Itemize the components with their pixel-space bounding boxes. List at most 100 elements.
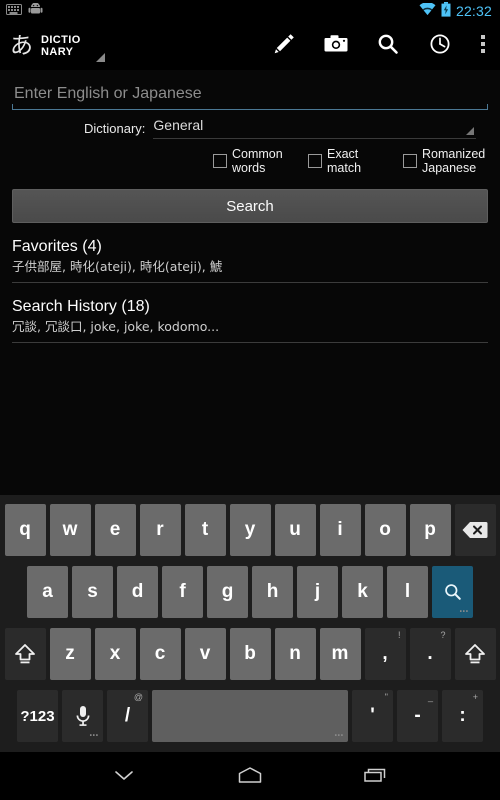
key-colon-alt: + xyxy=(472,692,478,702)
app-title-line1: DICTIO xyxy=(41,34,81,46)
dictionary-spinner[interactable]: General xyxy=(153,117,476,139)
edit-icon-button[interactable] xyxy=(258,22,310,70)
app-root: 22:32 あ DICTIO NARY Enter English or Jap… xyxy=(0,0,500,800)
camera-icon-button[interactable] xyxy=(310,22,362,70)
history-icon-button[interactable] xyxy=(414,22,466,70)
search-input[interactable] xyxy=(12,82,488,110)
key-hyphen[interactable]: _ - xyxy=(397,690,438,742)
keyboard-down-icon xyxy=(115,771,133,780)
overflow-menu-button[interactable] xyxy=(466,22,500,70)
key-x[interactable]: x xyxy=(94,628,136,680)
key-f[interactable]: f xyxy=(162,566,203,618)
chevron-down-icon xyxy=(96,53,105,62)
key-k[interactable]: k xyxy=(342,566,383,618)
system-navigation-bar xyxy=(0,752,500,800)
keyboard-row-3: z x c v b n m ! , ? . xyxy=(0,623,500,685)
key-l[interactable]: l xyxy=(387,566,428,618)
keyboard-icon xyxy=(6,2,22,20)
chevron-down-icon xyxy=(466,127,474,135)
key-z[interactable]: z xyxy=(49,628,91,680)
key-colon[interactable]: + : xyxy=(442,690,483,742)
key-period[interactable]: ? . xyxy=(409,628,451,680)
edit-pencil-icon xyxy=(271,31,297,62)
action-bar: あ DICTIO NARY xyxy=(0,22,500,70)
status-bar-clock: 22:32 xyxy=(455,3,492,19)
search-icon-button[interactable] xyxy=(362,22,414,70)
underline-tick-right xyxy=(487,104,488,109)
overflow-menu-icon xyxy=(480,33,486,60)
checkbox-romanized-japanese[interactable]: Romanized Japanese xyxy=(403,147,488,175)
status-bar-system-icons: 22:32 xyxy=(419,2,500,20)
action-bar-buttons xyxy=(258,22,500,70)
search-button[interactable]: Search xyxy=(12,189,488,223)
main-content: Dictionary: General Common words Exact m… xyxy=(0,70,500,495)
history-clock-icon xyxy=(427,31,453,62)
backspace-key[interactable] xyxy=(454,504,496,556)
key-y[interactable]: y xyxy=(229,504,271,556)
shift-key-left[interactable] xyxy=(4,628,46,680)
key-comma-alt: ! xyxy=(397,630,401,640)
shift-icon xyxy=(465,644,485,664)
key-c[interactable]: c xyxy=(139,628,181,680)
search-enter-key[interactable]: ••• xyxy=(432,566,473,618)
favorites-section[interactable]: Favorites (4) 子供部屋, 時化(ateji), 時化(ateji)… xyxy=(12,223,488,283)
key-t[interactable]: t xyxy=(184,504,226,556)
key-d[interactable]: d xyxy=(117,566,158,618)
key-slash-label: / xyxy=(124,705,131,726)
key-i[interactable]: i xyxy=(319,504,361,556)
shift-icon xyxy=(15,644,35,664)
voice-input-key[interactable]: ••• xyxy=(62,690,103,742)
shift-key-right[interactable] xyxy=(454,628,496,680)
recents-icon xyxy=(364,768,386,782)
checkbox-box[interactable] xyxy=(308,154,322,168)
back-hide-keyboard-button[interactable] xyxy=(100,752,148,800)
soft-keyboard: q w e r t y u i o p a s d f g h j k l ••… xyxy=(0,495,500,752)
key-apostrophe-alt: " xyxy=(384,692,388,702)
key-slash[interactable]: @ / xyxy=(107,690,148,742)
space-key[interactable]: ••• xyxy=(152,690,348,742)
search-history-preview: 冗談, 冗談口, joke, joke, kodomo... xyxy=(12,319,220,334)
key-a[interactable]: a xyxy=(27,566,68,618)
query-field-wrapper xyxy=(0,70,500,110)
key-r[interactable]: r xyxy=(139,504,181,556)
dictionary-row: Dictionary: General xyxy=(0,109,500,139)
key-hyphen-label: - xyxy=(414,705,421,726)
key-h[interactable]: h xyxy=(252,566,293,618)
key-period-label: . xyxy=(427,643,433,664)
checkbox-box[interactable] xyxy=(213,154,227,168)
status-bar-notifications xyxy=(0,2,43,20)
keyboard-row-1: q w e r t y u i o p xyxy=(0,499,500,561)
key-p[interactable]: p xyxy=(409,504,451,556)
key-slash-alt: @ xyxy=(133,692,143,702)
key-n[interactable]: n xyxy=(274,628,316,680)
backspace-icon xyxy=(462,522,488,538)
key-m[interactable]: m xyxy=(319,628,361,680)
app-logo-glyph: あ xyxy=(10,32,33,59)
key-colon-label: : xyxy=(459,705,466,726)
app-brand-spinner[interactable]: あ DICTIO NARY xyxy=(0,32,105,62)
key-e[interactable]: e xyxy=(94,504,136,556)
key-b[interactable]: b xyxy=(229,628,271,680)
home-button[interactable] xyxy=(226,752,274,800)
key-q[interactable]: q xyxy=(4,504,46,556)
checkbox-common-words[interactable]: Common words xyxy=(213,147,298,175)
symbols-key[interactable]: ?123 xyxy=(17,690,58,742)
key-comma[interactable]: ! , xyxy=(364,628,406,680)
key-u[interactable]: u xyxy=(274,504,316,556)
key-o[interactable]: o xyxy=(364,504,406,556)
search-history-section[interactable]: Search History (18) 冗談, 冗談口, joke, joke,… xyxy=(12,283,488,343)
shortcut-sections: Favorites (4) 子供部屋, 時化(ateji), 時化(ateji)… xyxy=(0,223,500,343)
keyboard-row-2: a s d f g h j k l ••• xyxy=(0,561,500,623)
key-j[interactable]: j xyxy=(297,566,338,618)
checkbox-box[interactable] xyxy=(403,154,417,168)
underline-tick-left xyxy=(12,104,13,109)
checkbox-exact-match[interactable]: Exact match xyxy=(308,147,393,175)
key-v[interactable]: v xyxy=(184,628,226,680)
status-bar: 22:32 xyxy=(0,0,500,22)
favorites-preview: 子供部屋, 時化(ateji), 時化(ateji), 鯱 xyxy=(12,259,223,274)
key-g[interactable]: g xyxy=(207,566,248,618)
key-s[interactable]: s xyxy=(72,566,113,618)
recents-button[interactable] xyxy=(352,752,400,800)
key-w[interactable]: w xyxy=(49,504,91,556)
key-apostrophe[interactable]: " ' xyxy=(352,690,393,742)
